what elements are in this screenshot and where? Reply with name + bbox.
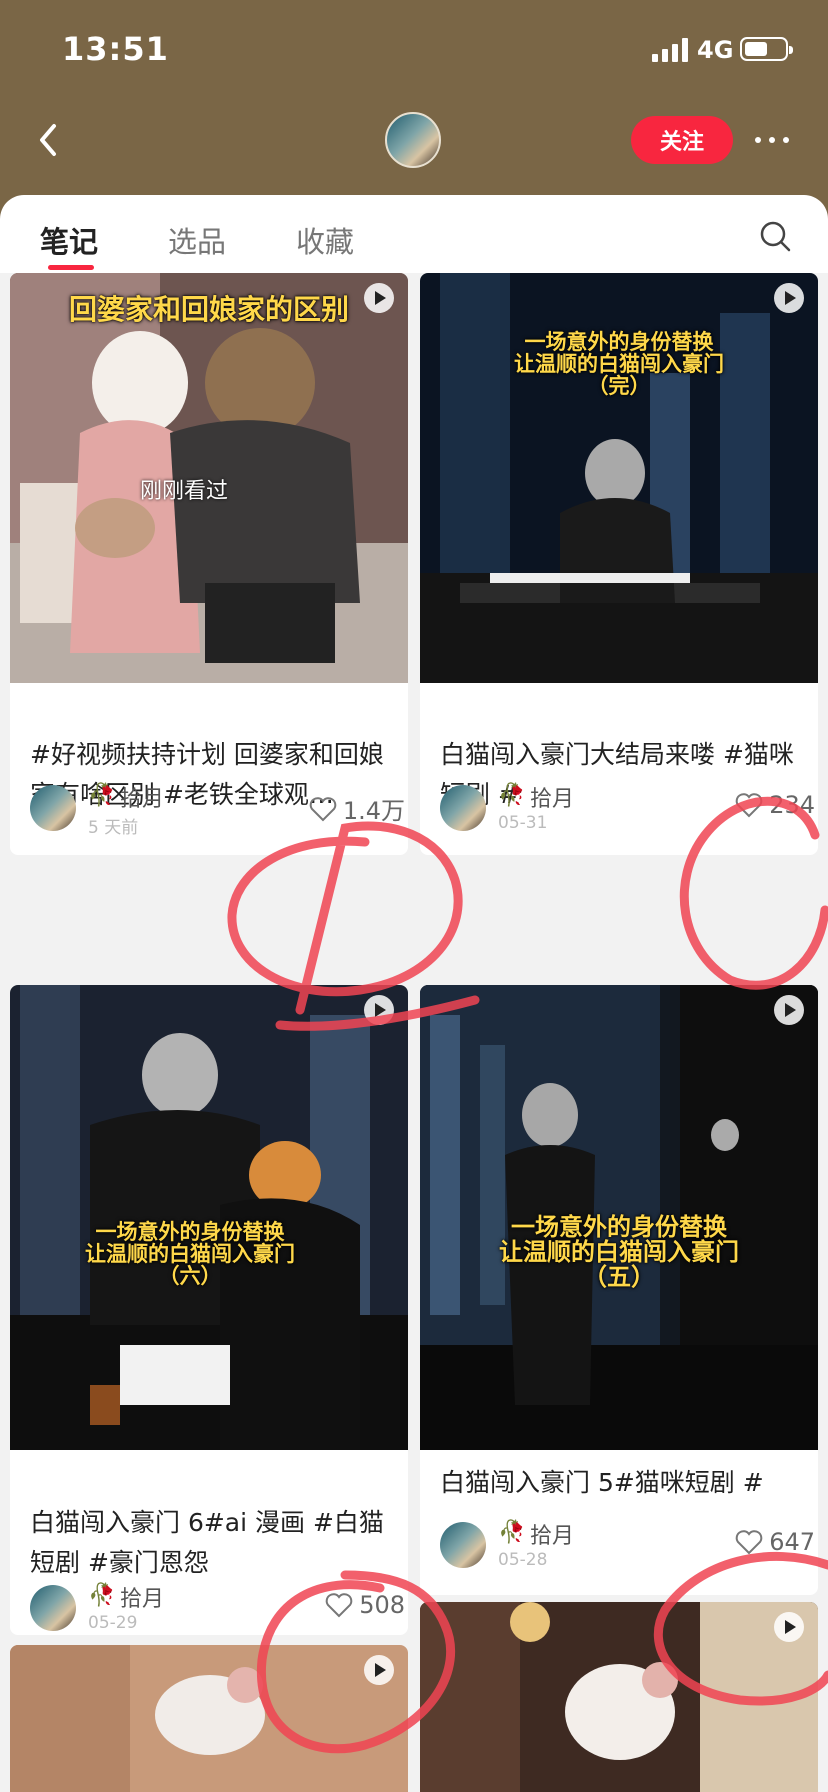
note-card[interactable]: 一场意外的身份替换 让温顺的白猫闯入豪门 （六） 白猫闯入豪门 6#ai 漫画 …	[10, 985, 408, 1635]
video-play-icon	[774, 1612, 804, 1642]
video-play-icon	[774, 995, 804, 1025]
cat-portrait-thumbnail	[420, 1602, 818, 1792]
note-meta: 🥀 拾月 5 天前 1.4万	[30, 783, 405, 843]
note-date: 05-31	[498, 813, 548, 833]
note-date: 5 天前	[88, 818, 139, 838]
rose-icon: 🥀	[498, 783, 526, 808]
like-button[interactable]: 1.4万	[309, 791, 405, 826]
author-name[interactable]: 拾月	[120, 1581, 164, 1613]
overlay-line: 让温顺的白猫闯入豪门	[499, 1238, 739, 1267]
heart-icon	[735, 793, 763, 818]
like-count: 647	[769, 1528, 815, 1556]
overlay-line: 让温顺的白猫闯入豪门	[514, 352, 724, 377]
network-type: 4G	[697, 36, 734, 64]
rose-icon: 🥀	[88, 1583, 116, 1608]
note-title: 白猫闯入豪门 5#猫咪短剧 #	[440, 1468, 764, 1497]
rose-icon: 🥀	[498, 1520, 526, 1545]
like-button[interactable]: 234	[735, 791, 815, 819]
note-card[interactable]	[420, 1602, 818, 1792]
overlay-line: 一场意外的身份替换	[511, 1213, 727, 1241]
author-name[interactable]: 拾月	[530, 781, 574, 813]
note-thumbnail: 回婆家和回娘家的区别 刚刚看过	[10, 273, 408, 683]
back-arrow-icon[interactable]	[30, 120, 70, 160]
video-play-icon	[364, 1655, 394, 1685]
video-play-icon	[364, 995, 394, 1025]
active-tab-indicator	[48, 265, 94, 270]
heart-icon	[735, 1530, 763, 1555]
more-options-icon[interactable]	[752, 130, 792, 150]
author-avatar[interactable]	[30, 1585, 76, 1631]
signal-icon	[652, 38, 688, 62]
note-card[interactable]: 一场意外的身份替换 让温顺的白猫闯入豪门 （完） 白猫闯入豪门大结局来喽 #猫咪…	[420, 273, 818, 855]
search-icon[interactable]	[758, 219, 792, 253]
tab-notes[interactable]: 笔记	[40, 219, 98, 261]
like-button[interactable]: 508	[325, 1591, 405, 1619]
author-avatar[interactable]	[440, 1522, 486, 1568]
video-play-icon	[364, 283, 394, 313]
tab-bar: 笔记 选品 收藏	[0, 195, 828, 273]
thumbnail-overlay-text: 一场意外的身份替换 让温顺的白猫闯入豪门 （六）	[10, 1221, 370, 1287]
content-panel: 笔记 选品 收藏 回婆家和回娘家的区别 刚刚看过 #好视频扶持计划 回婆家和回娘…	[0, 195, 828, 1792]
note-title: 白猫闯入豪门 6#ai 漫画 #白猫短剧 #豪门恩怨	[30, 1508, 384, 1577]
heart-icon	[309, 796, 337, 821]
note-card[interactable]: 一场意外的身份替换 让温顺的白猫闯入豪门 （五） 白猫闯入豪门 5#猫咪短剧 #…	[420, 985, 818, 1595]
profile-nav-bar: 关注	[0, 100, 828, 195]
author-name[interactable]: 拾月	[120, 781, 164, 813]
cat-portrait-thumbnail	[10, 1645, 408, 1792]
overlay-line: （完）	[587, 374, 651, 399]
tab-selection[interactable]: 选品	[168, 219, 226, 261]
profile-avatar[interactable]	[385, 112, 441, 168]
like-count: 508	[359, 1591, 405, 1619]
note-meta: 🥀 拾月 05-29 508	[30, 1583, 405, 1635]
cats-business-image	[10, 985, 408, 1450]
note-thumbnail: 一场意外的身份替换 让温顺的白猫闯入豪门 （六）	[10, 985, 408, 1450]
author-name[interactable]: 拾月	[530, 1518, 574, 1550]
status-time: 13:51	[62, 30, 169, 68]
author-avatar[interactable]	[30, 785, 76, 831]
heart-icon	[325, 1593, 353, 1618]
overlay-line: （六）	[158, 1264, 222, 1289]
battery-icon	[740, 37, 793, 61]
rose-icon: 🥀	[88, 783, 116, 808]
like-count: 234	[769, 791, 815, 819]
overlay-line: 一场意外的身份替换	[524, 330, 714, 354]
like-count: 1.4万	[342, 797, 405, 825]
note-meta: 🥀 拾月 05-31 234	[440, 783, 815, 843]
status-bar: 13:51 4G	[0, 0, 828, 100]
note-thumbnail: 一场意外的身份替换 让温顺的白猫闯入豪门 （五）	[420, 985, 818, 1450]
thumbnail-overlay-text: 一场意外的身份替换 让温顺的白猫闯入豪门 （五）	[430, 1213, 808, 1292]
note-card[interactable]: 回婆家和回娘家的区别 刚刚看过 #好视频扶持计划 回婆家和回娘家有啥区别 #老铁…	[10, 273, 408, 855]
note-card[interactable]	[10, 1645, 408, 1792]
like-button[interactable]: 647	[735, 1528, 815, 1556]
note-date: 05-28	[498, 1550, 548, 1570]
video-play-icon	[774, 283, 804, 313]
recently-viewed-badge: 刚刚看过	[140, 479, 229, 504]
overlay-line: （五）	[583, 1263, 655, 1292]
thumbnail-overlay-text: 回婆家和回娘家的区别	[68, 293, 349, 326]
thumbnail-overlay-text: 一场意外的身份替换 让温顺的白猫闯入豪门 （完）	[420, 331, 818, 397]
notes-grid: 回婆家和回娘家的区别 刚刚看过 #好视频扶持计划 回婆家和回娘家有啥区别 #老铁…	[0, 273, 828, 1792]
note-thumbnail: 一场意外的身份替换 让温顺的白猫闯入豪门 （完）	[420, 273, 818, 683]
note-date: 05-29	[88, 1613, 138, 1633]
follow-button[interactable]: 关注	[631, 116, 733, 164]
overlay-line: 一场意外的身份替换	[95, 1220, 285, 1244]
tab-favorites[interactable]: 收藏	[296, 219, 354, 261]
overlay-line: 让温顺的白猫闯入豪门	[85, 1242, 295, 1267]
author-avatar[interactable]	[440, 785, 486, 831]
note-meta: 🥀 拾月 05-28 647	[440, 1520, 815, 1580]
